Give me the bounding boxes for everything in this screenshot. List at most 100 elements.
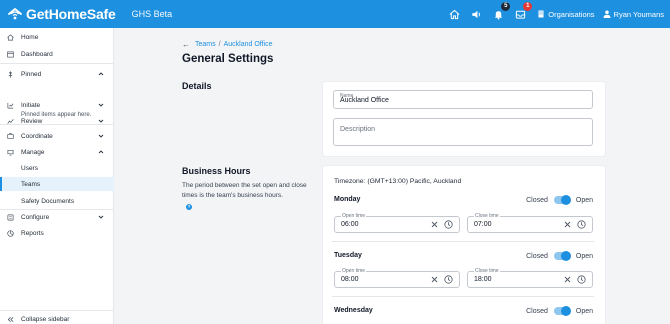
logo-icon [8,8,22,20]
reports-icon [6,229,14,237]
home-icon [449,9,460,19]
sidebar-item-label: Users [21,164,38,172]
home-button[interactable] [445,5,463,23]
sidebar-item-manage[interactable]: Manage [0,145,114,159]
sidebar-item-safety-documents[interactable]: Safety Documents [0,194,114,208]
close-time-label: Close time [474,213,500,219]
inbox-button[interactable]: 1 [511,2,533,23]
day-name-tuesday: Tuesday [334,252,362,259]
manage-icon [7,149,13,155]
dashboard-icon [6,51,14,57]
monday-close-time-field[interactable]: Close time 07:00 [467,213,593,233]
description-placeholder: Description [340,126,376,133]
details-card: Name Auckland Office Description [323,82,605,156]
sidebar-item-coordinate[interactable]: Coordinate [0,129,114,143]
tuesday-open-time-field[interactable]: Open time 08:00 [334,268,460,288]
wednesday-open-toggle-group: Closed Open [526,306,593,316]
sidebar-item-home[interactable]: Home [0,30,114,44]
name-field[interactable]: Name Auckland Office [333,90,593,109]
sidebar-item-label: Safety Documents [21,197,75,205]
open-time-label: Open time [341,213,367,219]
tuesday-close-time-field[interactable]: Close time 18:00 [467,268,593,288]
chevron-up-icon[interactable] [98,149,104,155]
closed-label: Closed [526,196,548,204]
sidebar-item-reports[interactable]: Reports [0,226,114,240]
sidebar: Home Dashboard Pinned Pinned items appea… [0,28,114,324]
day-name-monday: Monday [334,196,361,203]
clear-icon[interactable] [431,221,438,228]
monday-open-time-field[interactable]: Open time 06:00 [334,213,460,233]
collapse-sidebar-button[interactable]: Collapse sidebar [0,312,114,324]
business-hours-title: Business Hours [182,166,251,176]
clear-icon[interactable] [564,221,571,228]
sidebar-item-label: Coordinate [21,132,53,140]
sidebar-item-label: Configure [21,213,50,221]
open-label: Open [575,252,593,260]
chevron-down-icon[interactable] [98,102,104,108]
inbox-badge: 1 [523,2,533,11]
pin-icon [8,70,12,78]
row-divider [332,296,594,297]
coordinate-icon [6,132,14,139]
close-time-value: 18:00 [474,276,492,283]
back-arrow-icon[interactable]: ← [182,40,190,49]
chevron-down-icon[interactable] [98,214,104,220]
sidebar-item-review[interactable]: Review [0,114,114,128]
open-label: Open [575,196,593,204]
user-menu[interactable]: Ryan Youmans [603,10,664,19]
timezone-label: Timezone: (GMT+13:00) Pacific, Auckland [334,178,462,185]
organisations-link[interactable]: Organisations [537,10,595,19]
description-field[interactable]: Description [333,118,593,146]
name-field-value: Auckland Office [340,97,389,104]
day-name-wednesday: Wednesday [334,307,373,314]
sidebar-item-teams[interactable]: Teams [0,177,114,191]
clock-icon[interactable] [577,275,586,284]
user-icon [603,10,611,18]
configure-icon [7,214,13,220]
environment-label: GHS Beta [131,9,173,19]
open-label: Open [575,307,593,315]
details-section-title: Details [182,81,212,91]
tuesday-open-toggle[interactable] [553,251,571,261]
open-time-value: 06:00 [341,221,359,228]
clock-icon[interactable] [444,220,453,229]
sidebar-divider [0,310,114,311]
breadcrumb-separator: / [218,41,221,48]
initiate-icon [7,102,13,108]
top-bar: GetHomeSafe GHS Beta 5 1 Organisations R… [0,0,670,28]
sidebar-item-label: Dashboard [21,50,53,58]
chevron-down-icon[interactable] [98,118,104,124]
open-time-value: 08:00 [341,276,359,283]
sidebar-item-initiate[interactable]: Initiate [0,98,114,112]
clear-icon[interactable] [564,276,571,283]
toggle-knob [560,306,571,316]
building-icon [538,10,544,18]
breadcrumb-teams-link[interactable]: Teams [195,41,216,48]
sidebar-item-configure[interactable]: Configure [0,210,114,224]
monday-open-toggle-group: Closed Open [526,195,593,205]
help-icon[interactable]: ? [186,204,192,210]
monday-open-toggle[interactable] [553,195,571,205]
notification-badge: 5 [501,2,511,11]
toggle-knob [560,195,571,205]
sidebar-item-pinned[interactable]: Pinned [0,67,114,81]
clear-icon[interactable] [431,276,438,283]
wednesday-open-toggle[interactable] [553,306,571,316]
page-title: General Settings [182,53,274,65]
sidebar-item-dashboard[interactable]: Dashboard [0,47,114,61]
chevron-down-icon[interactable] [98,133,104,139]
breadcrumb: ← Teams / Auckland Office [182,40,272,49]
clock-icon[interactable] [444,275,453,284]
sidebar-item-label: Pinned [21,70,42,78]
chevron-up-icon[interactable] [98,71,104,77]
sound-button[interactable] [467,5,485,23]
sidebar-item-label: Home [21,33,39,41]
app-logo[interactable]: GetHomeSafe [7,6,116,22]
clock-icon[interactable] [577,220,586,229]
review-icon [6,118,14,124]
notifications-button[interactable]: 5 [489,2,511,23]
tuesday-open-toggle-group: Closed Open [526,251,593,261]
sidebar-item-users[interactable]: Users [0,161,114,175]
collapse-sidebar-label: Collapse sidebar [21,315,70,323]
breadcrumb-current[interactable]: Auckland Office [224,41,273,48]
